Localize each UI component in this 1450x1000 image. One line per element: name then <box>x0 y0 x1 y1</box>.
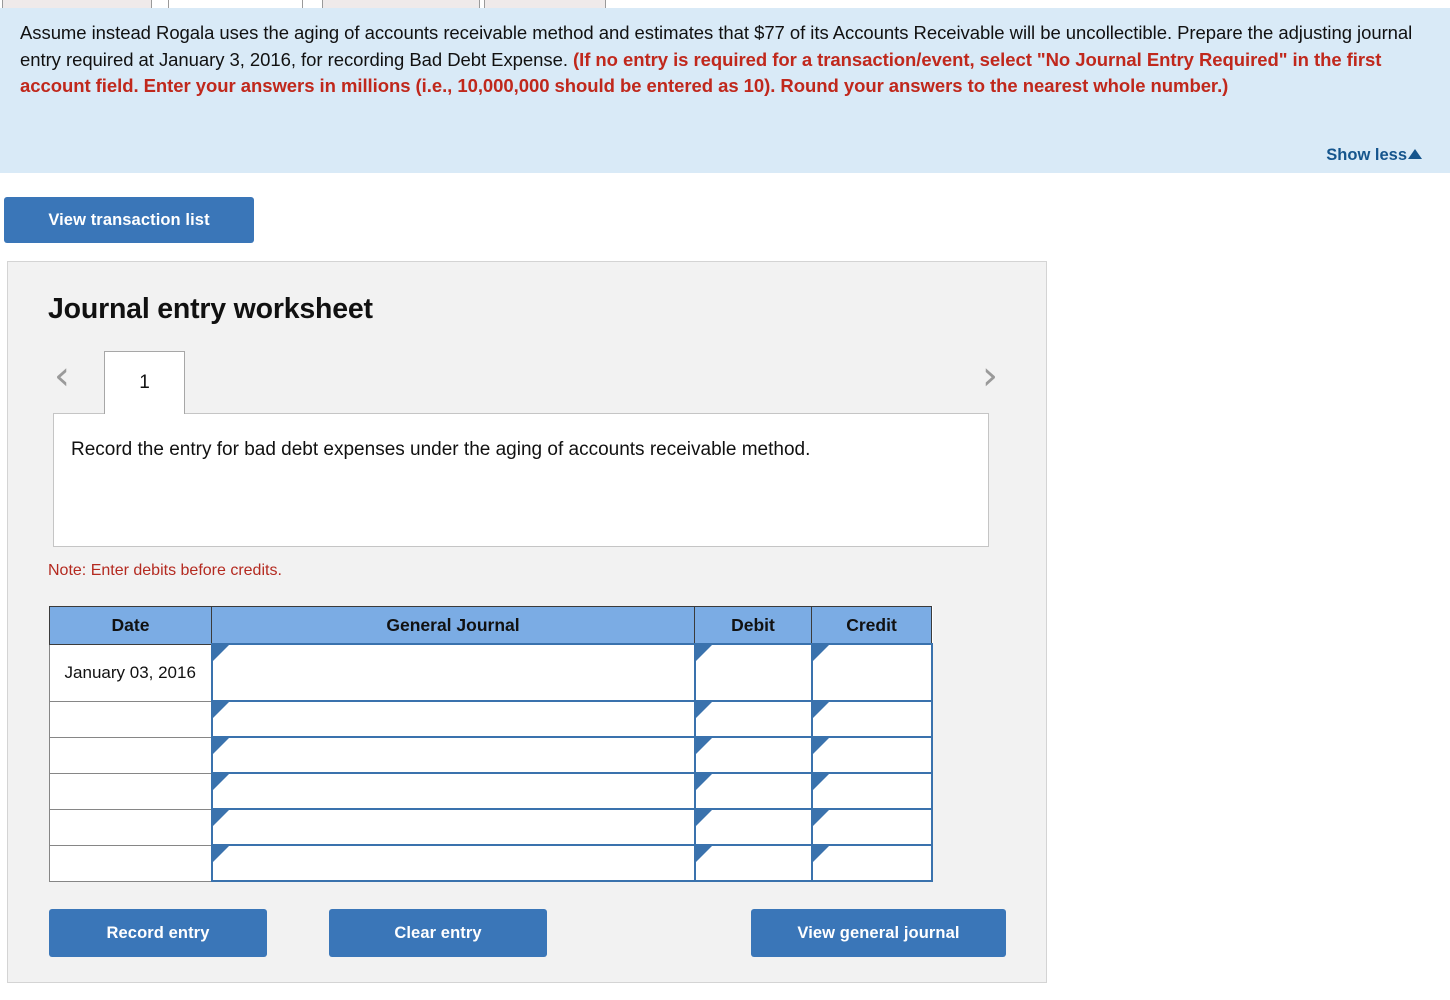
debits-before-credits-note: Note: Enter debits before credits. <box>48 562 282 579</box>
journal-entry-worksheet-panel: Journal entry worksheet ‹ › 1 Record the… <box>7 261 1047 983</box>
cell-selector-arrow-icon <box>695 774 712 790</box>
debit-input-6[interactable] <box>693 844 813 882</box>
table-row <box>49 844 933 882</box>
question-text: Assume instead Rogala uses the aging of … <box>20 20 1422 100</box>
table-header-row: Date General Journal Debit Credit <box>49 606 932 645</box>
cell-selector-arrow-icon <box>212 738 229 754</box>
credit-input-3[interactable] <box>810 736 933 774</box>
cell-selector-arrow-icon <box>812 846 829 862</box>
column-header-date: Date <box>49 606 212 645</box>
cell-selector-arrow-icon <box>695 702 712 718</box>
table-row <box>49 736 933 774</box>
worksheet-tab-1[interactable]: 1 <box>104 351 185 414</box>
cell-selector-arrow-icon <box>812 774 829 790</box>
table-row <box>49 808 933 846</box>
cell-selector-arrow-icon <box>212 645 229 661</box>
credit-input-2[interactable] <box>810 700 933 738</box>
cell-date <box>49 736 212 774</box>
cell-date <box>49 808 212 846</box>
general-journal-input-6[interactable] <box>210 844 696 882</box>
table-row: January 03, 2016 <box>49 643 933 702</box>
cell-date <box>49 700 212 738</box>
clear-entry-button[interactable]: Clear entry <box>329 909 547 957</box>
credit-input-5[interactable] <box>810 808 933 846</box>
debit-input-2[interactable] <box>693 700 813 738</box>
cell-selector-arrow-icon <box>695 645 712 661</box>
general-journal-input-3[interactable] <box>210 736 696 774</box>
general-journal-input-5[interactable] <box>210 808 696 846</box>
browser-tab-strip <box>0 0 1450 8</box>
table-row <box>49 772 933 810</box>
credit-input-4[interactable] <box>810 772 933 810</box>
browser-tab-1[interactable] <box>2 0 152 8</box>
browser-tab-3[interactable] <box>322 0 480 8</box>
cell-selector-arrow-icon <box>812 810 829 826</box>
general-journal-input-2[interactable] <box>210 700 696 738</box>
general-journal-input-1[interactable] <box>210 643 696 702</box>
cell-selector-arrow-icon <box>812 738 829 754</box>
column-header-debit: Debit <box>694 606 812 645</box>
view-general-journal-button[interactable]: View general journal <box>751 909 1006 957</box>
cell-selector-arrow-icon <box>695 846 712 862</box>
credit-input-1[interactable] <box>810 643 933 702</box>
show-less-label: Show less <box>1326 146 1407 164</box>
browser-tab-4[interactable] <box>484 0 606 8</box>
cell-selector-arrow-icon <box>695 738 712 754</box>
prev-entry-chevron-icon[interactable]: ‹ <box>54 356 70 396</box>
next-entry-chevron-icon[interactable]: › <box>982 356 998 396</box>
entry-description-text: Record the entry for bad debt expenses u… <box>71 439 811 460</box>
entry-description-box: Record the entry for bad debt expenses u… <box>53 413 989 547</box>
cell-date <box>49 844 212 882</box>
cell-date <box>49 772 212 810</box>
view-transaction-list-button[interactable]: View transaction list <box>4 197 254 243</box>
caret-up-icon <box>1408 149 1422 159</box>
debit-input-4[interactable] <box>693 772 813 810</box>
browser-tab-2[interactable] <box>168 0 303 8</box>
question-instruction-panel: Assume instead Rogala uses the aging of … <box>0 8 1450 173</box>
cell-selector-arrow-icon <box>212 810 229 826</box>
cell-selector-arrow-icon <box>812 645 829 661</box>
worksheet-title: Journal entry worksheet <box>48 293 373 325</box>
cell-selector-arrow-icon <box>695 810 712 826</box>
debit-input-5[interactable] <box>693 808 813 846</box>
cell-selector-arrow-icon <box>212 702 229 718</box>
debit-input-1[interactable] <box>693 643 813 702</box>
credit-input-6[interactable] <box>810 844 933 882</box>
cell-date: January 03, 2016 <box>49 643 212 702</box>
cell-selector-arrow-icon <box>812 702 829 718</box>
journal-entry-table: Date General Journal Debit Credit Januar… <box>49 606 933 882</box>
show-less-toggle[interactable]: Show less <box>1326 146 1422 165</box>
column-header-general-journal: General Journal <box>211 606 695 645</box>
debit-input-3[interactable] <box>693 736 813 774</box>
cell-selector-arrow-icon <box>212 846 229 862</box>
column-header-credit: Credit <box>811 606 932 645</box>
cell-selector-arrow-icon <box>212 774 229 790</box>
table-row <box>49 700 933 738</box>
show-less-container: Show less <box>1326 146 1422 165</box>
record-entry-button[interactable]: Record entry <box>49 909 267 957</box>
general-journal-input-4[interactable] <box>210 772 696 810</box>
